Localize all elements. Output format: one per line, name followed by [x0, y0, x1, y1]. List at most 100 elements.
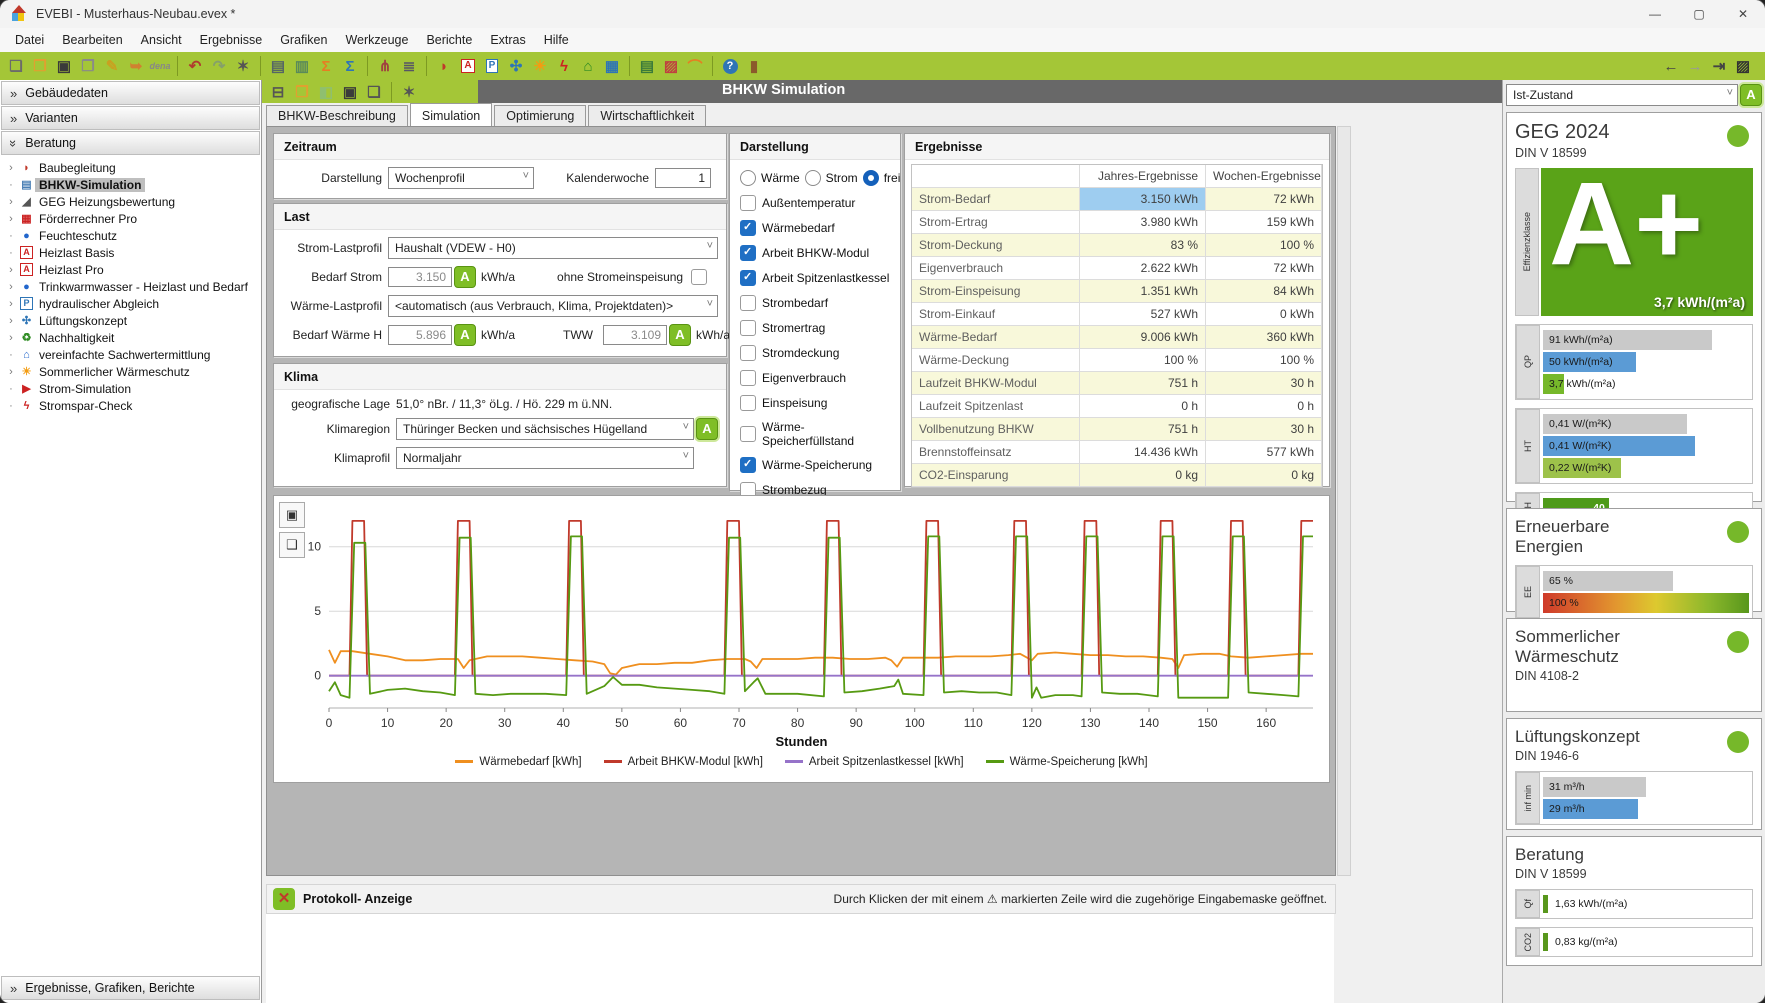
sidebar-item-baubegleitung[interactable]: ›◗Baubegleitung	[0, 159, 261, 176]
tree-expander-icon[interactable]: ›	[4, 366, 18, 378]
nav-forward-icon[interactable]: →	[1683, 55, 1707, 77]
sidebar-item-heizlast-basis[interactable]: ·AHeizlast Basis	[0, 244, 261, 261]
import-variant-icon[interactable]: ➥	[124, 55, 148, 77]
checkbox-row-arbeit-spitzenlastkessel[interactable]: Arbeit Spitzenlastkessel	[740, 270, 890, 286]
house-energy-icon[interactable]: ⌂	[576, 55, 600, 77]
auto-value-button[interactable]: A	[454, 324, 476, 346]
nav-last-icon[interactable]: ⇥	[1707, 55, 1731, 77]
checkbox[interactable]	[740, 270, 756, 286]
sidebar-section-gebäudedaten[interactable]: »Gebäudedaten	[1, 81, 260, 105]
db-export-icon[interactable]: ⊟	[266, 81, 290, 103]
open-folder-icon[interactable]: ❒	[28, 55, 52, 77]
tree-expander-icon[interactable]: ›	[4, 281, 18, 293]
tree-expander-icon[interactable]: ›	[4, 162, 18, 174]
checkbox-row-stromdeckung[interactable]: Stromdeckung	[740, 345, 890, 361]
print-preview-icon[interactable]: ❑	[362, 81, 386, 103]
strom-lastprofil-dropdown[interactable]: Haushalt (VDEW - H0) ˅	[388, 237, 718, 259]
auto-variant-button[interactable]: A	[1740, 84, 1762, 106]
save-icon[interactable]: ▣	[52, 55, 76, 77]
kalenderwoche-input[interactable]	[655, 168, 711, 188]
wochen-value-cell[interactable]: 72 kWh	[1206, 188, 1322, 211]
checkbox-row-wärmebedarf[interactable]: Wärmebedarf	[740, 220, 890, 236]
wochen-value-cell[interactable]: 0 h	[1206, 395, 1322, 418]
checkbox[interactable]	[740, 320, 756, 336]
close-button[interactable]: ✕	[1721, 0, 1765, 28]
radio-strom[interactable]	[805, 170, 821, 186]
checkbox[interactable]	[740, 395, 756, 411]
menu-extras[interactable]: Extras	[481, 30, 534, 50]
close-protokoll-icon[interactable]: ✕	[273, 888, 295, 910]
checkbox[interactable]	[740, 245, 756, 261]
tree-expander-icon[interactable]: ›	[4, 332, 18, 344]
save-bhkw-icon[interactable]: ▣	[338, 81, 362, 103]
wizard2-icon[interactable]: ✶	[397, 81, 421, 103]
data-columns-icon[interactable]: ▥	[290, 55, 314, 77]
jahres-value-cell[interactable]: 2.622 kWh	[1080, 257, 1206, 280]
sidebar-item-heizlast-pro[interactable]: ›AHeizlast Pro	[0, 261, 261, 278]
redo-icon[interactable]: ↷	[207, 55, 231, 77]
wochen-value-cell[interactable]: 100 %	[1206, 234, 1322, 257]
minimize-button[interactable]: —	[1633, 0, 1677, 28]
jahres-value-cell[interactable]: 3.150 kWh	[1080, 188, 1206, 211]
tab-wirtschaftlichkeit[interactable]: Wirtschaftlichkeit	[588, 105, 706, 126]
area-tool-icon[interactable]: ◧	[314, 81, 338, 103]
dena-export-icon[interactable]: dena	[148, 55, 172, 77]
bedarf-waerme-input[interactable]	[388, 325, 452, 345]
strom-bolt-icon[interactable]: ϟ	[552, 55, 576, 77]
jahres-value-cell[interactable]: 751 h	[1080, 418, 1206, 441]
checkbox-row-wärme-speicherfüllstand[interactable]: Wärme-Speicherfüllstand	[740, 420, 890, 448]
new-file-icon[interactable]: ❏	[4, 55, 28, 77]
wochen-value-cell[interactable]: 30 h	[1206, 418, 1322, 441]
sum-variants-icon[interactable]: Σ	[338, 55, 362, 77]
checkbox[interactable]	[740, 426, 756, 442]
klimaprofil-dropdown[interactable]: Normaljahr ˅	[396, 447, 694, 469]
maximize-button[interactable]: ▢	[1677, 0, 1721, 28]
radio-frei[interactable]	[863, 170, 879, 186]
sidebar-item-strom-simulation[interactable]: ·▶Strom-Simulation	[0, 380, 261, 397]
jahres-value-cell[interactable]: 9.006 kWh	[1080, 326, 1206, 349]
bhkw-module-icon[interactable]: ▦	[600, 55, 624, 77]
hydraulik-p-icon[interactable]: P	[480, 55, 504, 77]
auto-value-button[interactable]: A	[669, 324, 691, 346]
checkbox-row-außentemperatur[interactable]: Außentemperatur	[740, 195, 890, 211]
checkbox[interactable]	[740, 370, 756, 386]
sum-results-icon[interactable]: Σ	[314, 55, 338, 77]
checkbox-row-stromertrag[interactable]: Stromertrag	[740, 320, 890, 336]
summer-sun-icon[interactable]: ☀	[528, 55, 552, 77]
sidebar-item-förderrechner-pro[interactable]: ›▦Förderrechner Pro	[0, 210, 261, 227]
jahres-value-cell[interactable]: 14.436 kWh	[1080, 441, 1206, 464]
sidebar-item-ergebnisse-grafiken-berichte[interactable]: » Ergebnisse, Grafiken, Berichte	[1, 976, 260, 1000]
waerme-lastprofil-dropdown[interactable]: <automatisch (aus Verbrauch, Klima, Proj…	[388, 295, 718, 317]
jahres-value-cell[interactable]: 751 h	[1080, 372, 1206, 395]
checkbox[interactable]	[740, 220, 756, 236]
sidebar-item-trinkwarmwasser-heizlast-und-bedarf[interactable]: ›●Trinkwarmwasser - Heizlast und Bedarf	[0, 278, 261, 295]
sidebar-item-hydraulischer-abgleich[interactable]: ›Phydraulischer Abgleich	[0, 295, 261, 312]
sidebar-section-beratung[interactable]: »Beratung	[1, 131, 260, 155]
jahres-value-cell[interactable]: 527 kWh	[1080, 303, 1206, 326]
menu-grafiken[interactable]: Grafiken	[271, 30, 336, 50]
bedarf-strom-input[interactable]	[388, 267, 452, 287]
heizlast-a-icon[interactable]: A	[456, 55, 480, 77]
wochen-value-cell[interactable]: 72 kWh	[1206, 257, 1322, 280]
variant-tree-icon[interactable]: ⋔	[373, 55, 397, 77]
checkbox[interactable]	[740, 345, 756, 361]
sidebar-item-lüftungskonzept[interactable]: ›✣Lüftungskonzept	[0, 312, 261, 329]
klimaregion-dropdown[interactable]: Thüringer Becken und sächsisches Hügella…	[396, 418, 694, 440]
wochen-value-cell[interactable]: 100 %	[1206, 349, 1322, 372]
menu-ergebnisse[interactable]: Ergebnisse	[191, 30, 272, 50]
auto-value-button[interactable]: A	[454, 266, 476, 288]
menu-datei[interactable]: Datei	[6, 30, 53, 50]
paste-template-icon[interactable]: ✎	[100, 55, 124, 77]
open-bhkw-icon[interactable]: ❒	[290, 81, 314, 103]
sidebar-item-stromspar-check[interactable]: ·ϟStromspar-Check	[0, 397, 261, 414]
checkbox-row-eigenverbrauch[interactable]: Eigenverbrauch	[740, 370, 890, 386]
roof-editor-icon[interactable]: ⌒	[683, 55, 707, 77]
nav-back-icon[interactable]: ←	[1659, 55, 1683, 77]
menu-ansicht[interactable]: Ansicht	[132, 30, 191, 50]
report-table-icon[interactable]: ▤	[635, 55, 659, 77]
wochen-value-cell[interactable]: 0 kWh	[1206, 303, 1322, 326]
ohne-einspeisung-checkbox[interactable]	[691, 269, 707, 285]
protocol-settings-icon[interactable]: ▨	[1731, 55, 1755, 77]
variant-dropdown[interactable]: Ist-Zustand ˅	[1506, 84, 1738, 106]
copy-icon[interactable]: ❐	[76, 55, 100, 77]
